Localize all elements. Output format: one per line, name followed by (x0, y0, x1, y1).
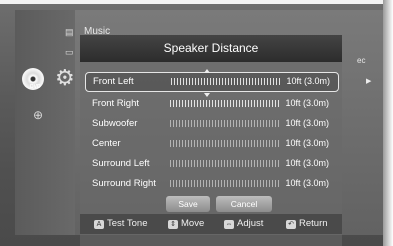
help-test-tone: A Test Tone (94, 218, 148, 229)
gear-icon[interactable]: ⚙ (55, 67, 75, 89)
speaker-row-front-left[interactable]: Front Left 10ft (3.0m) (85, 72, 339, 92)
distance-value: 10ft (3.0m) (285, 158, 329, 168)
main-menu-icons-panel (15, 10, 75, 235)
speaker-label: Surround Right (92, 178, 156, 189)
photo-list-icon: ▭ (65, 47, 74, 57)
help-move-label: Move (181, 218, 205, 229)
speaker-row-front-right[interactable]: Front Right 10ft (3.0m) (85, 95, 337, 113)
speaker-row-subwoofer[interactable]: Subwoofer 10ft (3.0m) (85, 115, 337, 133)
distance-slider[interactable] (170, 180, 280, 187)
a-key-icon: A (94, 220, 104, 229)
distance-slider[interactable] (170, 100, 280, 107)
frame-right (383, 0, 393, 246)
speaker-label: Surround Left (92, 158, 150, 169)
distance-slider[interactable] (171, 78, 281, 85)
speaker-distance-dialog: Speaker Distance Front Left 10ft (3.0m) … (80, 35, 342, 246)
speaker-label: Front Right (92, 98, 139, 109)
distance-value: 10ft (3.0m) (286, 76, 330, 86)
chevron-right-icon: ▶ (366, 78, 372, 85)
speaker-label: Subwoofer (92, 118, 138, 129)
music-list-icon: ▤ (65, 27, 74, 37)
distance-value: 10ft (3.0m) (285, 118, 329, 128)
speaker-label: Center (92, 138, 121, 149)
speaker-label: Front Left (93, 76, 134, 87)
help-move: ⇕ Move (168, 218, 204, 229)
distance-value: 10ft (3.0m) (285, 138, 329, 148)
tv-screen: ▤ Music ▭ ec DVD ⚙ ⊕ ▶ Speaker Distance … (0, 0, 393, 246)
distance-slider[interactable] (170, 120, 280, 127)
dvd-label: DVD (30, 84, 41, 90)
caret-up-icon (204, 69, 210, 73)
distance-slider[interactable] (170, 140, 280, 147)
cancel-button[interactable]: Cancel (216, 196, 272, 212)
submenu-text-fragment: ec (357, 56, 366, 65)
help-adjust: ⇔ Adjust (224, 218, 263, 229)
speaker-row-surround-left[interactable]: Surround Left 10ft (3.0m) (85, 155, 337, 173)
distance-value: 10ft (3.0m) (285, 98, 329, 108)
return-icon: ↶ (286, 220, 296, 229)
speaker-row-center[interactable]: Center 10ft (3.0m) (85, 135, 337, 153)
help-test-tone-label: Test Tone (107, 218, 148, 229)
help-adjust-label: Adjust (237, 218, 264, 229)
distance-value: 10ft (3.0m) (285, 178, 329, 188)
speaker-row-surround-right[interactable]: Surround Right 10ft (3.0m) (85, 175, 337, 193)
dialog-title: Speaker Distance (80, 35, 342, 62)
up-down-arrow-icon: ⇕ (168, 220, 178, 229)
save-button[interactable]: Save (166, 196, 210, 212)
left-right-arrow-icon: ⇔ (224, 220, 234, 229)
frame-top (0, 0, 393, 4)
help-return: ↶ Return (286, 218, 328, 229)
help-return-label: Return (299, 218, 328, 229)
distance-slider[interactable] (170, 160, 280, 167)
globe-icon[interactable]: ⊕ (33, 108, 43, 122)
help-bar: A Test Tone ⇕ Move ⇔ Adjust ↶ Return (80, 214, 342, 234)
